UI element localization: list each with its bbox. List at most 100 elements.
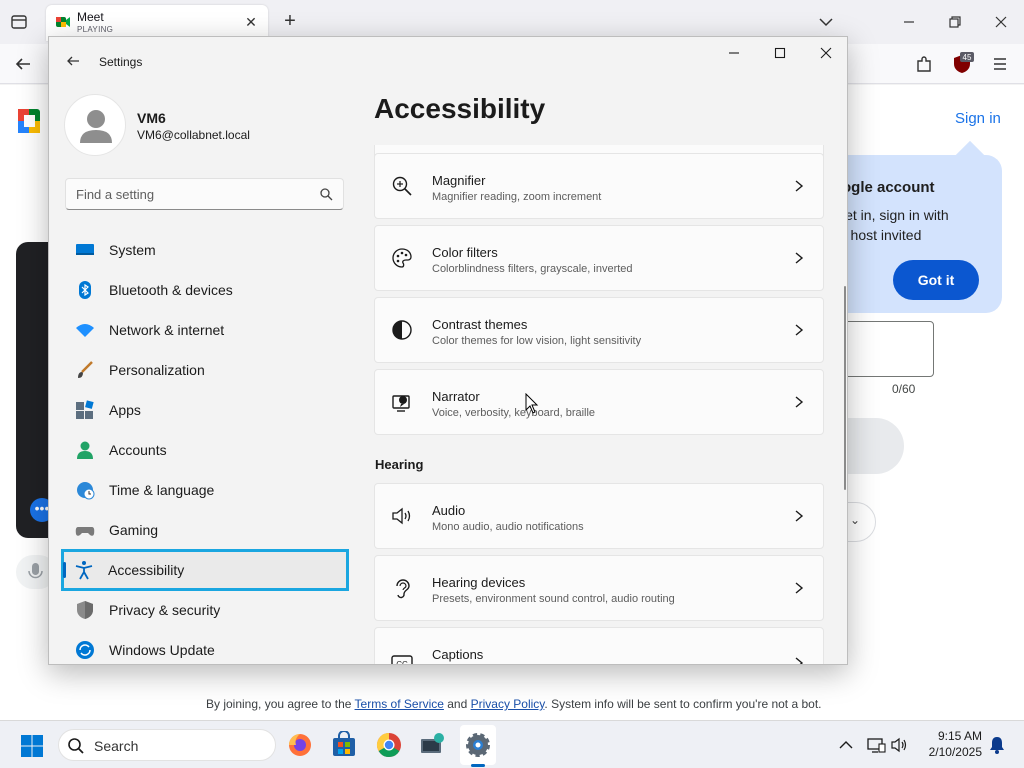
tab-close-icon[interactable]: ✕ xyxy=(244,15,258,29)
card-color-filters[interactable]: Color filters Colorblindness filters, gr… xyxy=(374,225,824,291)
settings-back-icon[interactable] xyxy=(65,53,81,69)
browser-minimize-icon[interactable] xyxy=(897,10,921,34)
nav-accessibility[interactable]: Accessibility xyxy=(61,549,349,591)
nav-label: Time & language xyxy=(109,482,215,498)
terms-of-service-link[interactable]: Terms of Service xyxy=(355,697,444,711)
ublock-shield-icon[interactable]: 45 xyxy=(950,52,974,76)
user-avatar[interactable] xyxy=(64,94,126,156)
tab-list-icon[interactable] xyxy=(8,12,30,32)
search-icon xyxy=(319,187,333,201)
nav-privacy-security[interactable]: Privacy & security xyxy=(63,592,347,628)
settings-search-input[interactable]: Find a setting xyxy=(65,178,344,210)
notification-bell-icon[interactable] xyxy=(987,735,1007,755)
card-audio[interactable]: Audio Mono audio, audio notifications xyxy=(374,483,824,549)
taskbar: Search 9:15 AM 2/10/2025 xyxy=(0,720,1024,768)
chevron-right-icon xyxy=(793,251,805,265)
palette-icon xyxy=(391,247,413,269)
volume-icon[interactable] xyxy=(890,735,910,755)
nav-label: Privacy & security xyxy=(109,602,221,618)
nav-apps[interactable]: Apps xyxy=(63,392,347,428)
chevron-right-icon xyxy=(793,395,805,409)
globe-clock-icon xyxy=(75,480,95,500)
tooltip-line-2: r host invited xyxy=(842,227,922,243)
card-contrast-themes[interactable]: Contrast themes Color themes for low vis… xyxy=(374,297,824,363)
nav-label: Apps xyxy=(109,402,141,418)
card-subtitle: Mono audio, audio notifications xyxy=(432,521,584,533)
ear-icon xyxy=(391,577,413,599)
meet-favicon-icon xyxy=(56,15,70,29)
nav-windows-update[interactable]: Windows Update xyxy=(63,632,347,664)
nav-network[interactable]: Network & internet xyxy=(63,312,347,348)
wifi-icon xyxy=(75,320,95,340)
privacy-policy-link[interactable]: Privacy Policy xyxy=(471,697,545,711)
settings-maximize-icon[interactable] xyxy=(770,43,790,63)
nav-label: Gaming xyxy=(109,522,159,538)
meet-logo-icon xyxy=(18,105,48,137)
card-title: Narrator xyxy=(432,389,480,404)
nav-label: Windows Update xyxy=(109,642,215,658)
card-title: Magnifier xyxy=(432,173,486,188)
settings-close-icon[interactable] xyxy=(816,43,836,63)
person-icon xyxy=(75,440,95,460)
clock-time[interactable]: 9:15 AM xyxy=(930,729,982,743)
remote-desktop-icon[interactable] xyxy=(418,731,446,759)
nav-time-language[interactable]: Time & language xyxy=(63,472,347,508)
chevron-right-icon xyxy=(793,656,805,664)
speaker-icon xyxy=(391,505,413,527)
settings-gear-icon[interactable] xyxy=(464,731,492,759)
microsoft-store-icon[interactable] xyxy=(330,730,358,759)
extensions-puzzle-icon[interactable] xyxy=(912,52,936,76)
chevron-right-icon xyxy=(793,179,805,193)
chrome-icon[interactable] xyxy=(375,731,403,759)
taskbar-search[interactable]: Search xyxy=(58,729,276,761)
magnifier-icon xyxy=(391,175,413,197)
nav-bluetooth[interactable]: Bluetooth & devices xyxy=(63,272,347,308)
card-magnifier[interactable]: Magnifier Magnifier reading, zoom increm… xyxy=(374,153,824,219)
user-email: VM6@collabnet.local xyxy=(137,128,250,142)
nav-system[interactable]: System xyxy=(63,232,347,268)
firefox-icon[interactable] xyxy=(286,731,314,759)
nav-label: Network & internet xyxy=(109,322,225,338)
card-hearing-devices[interactable]: Hearing devices Presets, environment sou… xyxy=(374,555,824,621)
card-subtitle: Magnifier reading, zoom increment xyxy=(432,191,602,203)
sign-in-link[interactable]: Sign in xyxy=(955,110,1001,127)
nav-accounts[interactable]: Accounts xyxy=(63,432,347,468)
tooltip-title: ogle account xyxy=(842,179,935,196)
active-indicator xyxy=(63,562,66,578)
show-hidden-icons-chevron-icon[interactable] xyxy=(836,735,856,755)
nav-personalization[interactable]: Personalization xyxy=(63,352,347,388)
tab-playing-status: PLAYING xyxy=(77,25,114,34)
clock-date[interactable]: 2/10/2025 xyxy=(922,745,982,759)
browser-menu-icon[interactable] xyxy=(988,52,1012,76)
card-subtitle: Presets, environment sound control, audi… xyxy=(432,593,675,605)
got-it-button[interactable]: Got it xyxy=(893,260,979,300)
card-subtitle: Colorblindness filters, grayscale, inver… xyxy=(432,263,633,275)
char-counter: 0/60 xyxy=(892,382,916,396)
contrast-icon xyxy=(391,319,413,341)
windows-start-icon[interactable] xyxy=(20,734,44,758)
browser-back-icon[interactable] xyxy=(12,54,34,74)
browser-close-icon[interactable] xyxy=(989,10,1013,34)
terms-prefix: By joining, you agree to the xyxy=(206,697,355,711)
content-scrollbar[interactable] xyxy=(844,286,846,490)
search-placeholder: Find a setting xyxy=(76,187,155,202)
nav-label: Personalization xyxy=(109,362,205,378)
nav-label: Accessibility xyxy=(108,562,185,578)
nav-gaming[interactable]: Gaming xyxy=(63,512,347,548)
brush-icon xyxy=(75,360,95,380)
accessibility-icon xyxy=(74,560,94,580)
settings-window: Settings VM6 VM6@collabnet.local Find a … xyxy=(48,36,848,665)
card-narrator[interactable]: Narrator Voice, verbosity, keyboard, bra… xyxy=(374,369,824,435)
tabs-dropdown-icon[interactable] xyxy=(816,12,836,32)
network-status-icon[interactable] xyxy=(866,735,886,755)
settings-minimize-icon[interactable] xyxy=(724,43,744,63)
extension-badge: 45 xyxy=(963,53,972,62)
terms-notice: By joining, you agree to the Terms of Se… xyxy=(206,697,822,711)
card-title: Color filters xyxy=(432,245,498,260)
new-tab-button[interactable]: + xyxy=(280,10,300,32)
card-captions[interactable]: CC Captions xyxy=(374,627,824,664)
nav-label: System xyxy=(109,242,156,258)
terms-suffix: . System info will be sent to confirm yo… xyxy=(544,697,822,711)
browser-restore-icon[interactable] xyxy=(943,10,967,34)
nav-label: Bluetooth & devices xyxy=(109,282,233,298)
